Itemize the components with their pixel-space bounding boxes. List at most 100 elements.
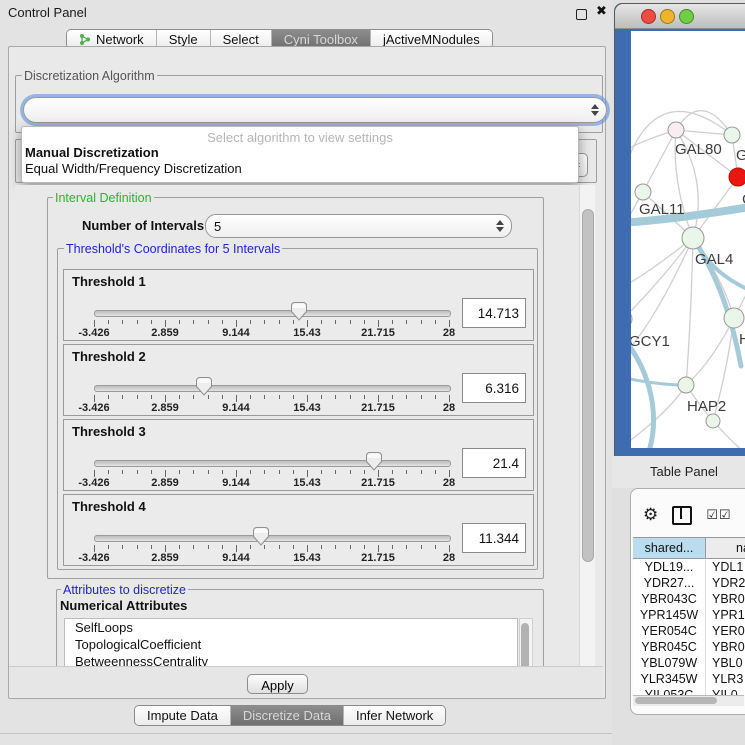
threshold-value-field[interactable]: 6.316 [462,373,526,403]
zoom-traffic-light[interactable] [679,9,694,24]
cell-name[interactable]: YIL0 [706,687,745,695]
slider-thumb[interactable] [291,302,307,321]
column-header-name[interactable]: na [706,538,745,558]
slider-track[interactable] [94,460,451,467]
cell-shared-name[interactable]: YLR345W [633,671,706,687]
major-tick [165,545,166,552]
minor-tick [350,320,351,324]
table-header-row: shared... na [633,537,745,559]
minor-tick [364,320,365,324]
threshold-value-field[interactable]: 11.344 [462,523,526,553]
cell-name[interactable]: YBL0 [706,655,745,671]
table-row[interactable]: YIL053CYIL0 [633,687,745,695]
attribute-item[interactable]: TopologicalCoefficient [65,636,517,653]
table-row[interactable]: YDR27...YDR2 [633,575,745,591]
table-row[interactable]: YDL19...YDL1 [633,559,745,575]
network-canvas[interactable]: GAL80GACGAL11GAL4GCY1HHAP2 [631,31,745,448]
slider-track[interactable] [94,310,451,317]
settings-scrollbar[interactable] [579,185,595,666]
minor-tick [279,395,280,399]
cell-name[interactable]: YLR3 [706,671,745,687]
split-columns-icon[interactable] [672,506,692,525]
checkbox-icons[interactable]: ☑☑ [706,507,731,523]
tab-impute-data[interactable]: Impute Data [135,706,231,725]
edge [686,318,734,385]
threshold-value-field[interactable]: 14.713 [462,298,526,328]
dropdown-option-equal-width[interactable]: Equal Width/Frequency Discretization [25,161,242,176]
major-tick [307,320,308,327]
network-node-GAL80[interactable] [668,122,684,138]
minimize-traffic-light[interactable] [660,9,675,24]
cell-shared-name[interactable]: YDR27... [633,575,706,591]
network-node-GAL11[interactable] [635,184,651,200]
tab-infer-network[interactable]: Infer Network [344,706,445,725]
attributes-group-title: Attributes to discretize [61,583,188,597]
minor-tick [151,320,152,324]
slider-thumb[interactable] [196,377,212,396]
network-node-H[interactable] [724,308,744,328]
tab-discretize-data[interactable]: Discretize Data [231,706,344,725]
slider-thumb[interactable] [253,527,269,546]
table-row[interactable]: YER054CYER0 [633,623,745,639]
network-window-titlebar[interactable] [615,4,745,29]
dropdown-option-manual[interactable]: Manual Discretization [25,145,159,160]
number-of-intervals-combobox[interactable]: 5 [205,214,512,238]
close-traffic-light[interactable] [641,9,656,24]
minor-tick [250,320,251,324]
attribute-item[interactable]: BetweennessCentrality [65,653,517,666]
table-row[interactable]: YBR043CYBR0 [633,591,745,607]
table-row[interactable]: YPR145WYPR1 [633,607,745,623]
cell-shared-name[interactable]: YIL053C [633,687,706,695]
table-row[interactable]: YBL079WYBL0 [633,655,745,671]
minor-tick [122,545,123,549]
network-node-GCY1[interactable] [631,310,632,328]
minor-tick [335,320,336,324]
cell-name[interactable]: YBR0 [706,639,745,655]
table-row[interactable]: YBR045CYBR0 [633,639,745,655]
cell-shared-name[interactable]: YBL079W [633,655,706,671]
table-hscrollbar-thumb[interactable] [635,697,717,704]
minor-tick [335,545,336,549]
major-tick [449,545,450,552]
table-toolbar: ⚙ ☑☑ [643,505,732,525]
minor-tick [222,395,223,399]
cell-name[interactable]: YBR0 [706,591,745,607]
slider-track[interactable] [94,535,451,542]
cell-name[interactable]: YDL1 [706,559,745,575]
gear-icon[interactable]: ⚙ [643,506,658,524]
float-window-icon[interactable] [576,9,587,20]
cell-name[interactable]: YDR2 [706,575,745,591]
cell-shared-name[interactable]: YER054C [633,623,706,639]
network-node-GAL4[interactable] [682,227,704,249]
network-node-HAP2[interactable] [678,377,694,393]
edge [686,238,693,385]
apply-button[interactable]: Apply [247,674,308,694]
network-node-red-node[interactable] [729,168,745,186]
threshold-value-field[interactable]: 21.4 [462,448,526,478]
table-row[interactable]: YLR345WYLR3 [633,671,745,687]
slider-thumb[interactable] [366,452,382,471]
slider-track[interactable] [94,385,451,392]
column-header-shared-name[interactable]: shared... [633,538,706,558]
attributes-scrollbar-thumb[interactable] [521,623,529,666]
cell-name[interactable]: YPR1 [706,607,745,623]
cell-shared-name[interactable]: YBR043C [633,591,706,607]
node-label: H [739,331,745,348]
minor-tick [364,395,365,399]
cell-shared-name[interactable]: YBR045C [633,639,706,655]
cell-name[interactable]: YER0 [706,623,745,639]
cell-shared-name[interactable]: YDL19... [633,559,706,575]
dropdown-prompt[interactable]: Select algorithm to view settings [22,130,578,145]
cell-shared-name[interactable]: YPR145W [633,607,706,623]
network-node-GA[interactable] [724,127,740,143]
major-tick [94,395,95,402]
attributes-list-scrollbar[interactable] [519,618,533,666]
table-hscrollbar[interactable] [633,695,744,706]
network-node-node[interactable] [706,414,720,428]
node-label: HAP2 [687,398,726,415]
attribute-item[interactable]: SelfLoops [65,619,517,636]
close-icon[interactable]: ✖ [596,3,607,19]
major-tick [165,320,166,327]
settings-scrollbar-thumb[interactable] [582,209,594,562]
algorithm-combobox[interactable] [23,97,607,123]
